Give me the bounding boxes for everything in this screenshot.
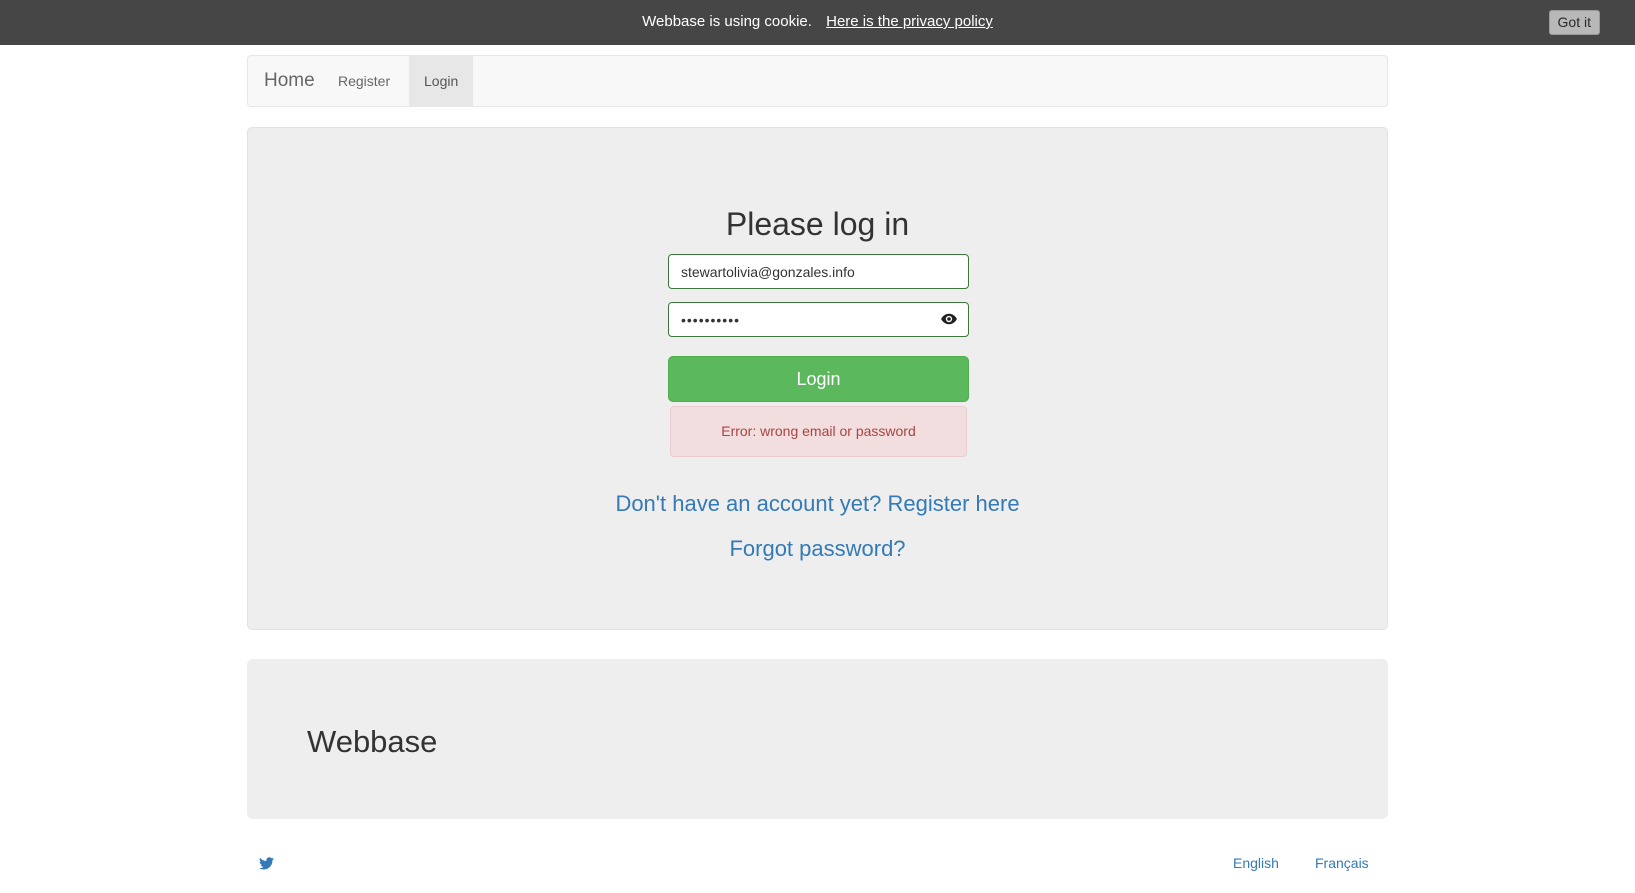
footer-title: Webbase xyxy=(307,724,438,759)
email-field[interactable] xyxy=(668,254,969,289)
eye-icon[interactable] xyxy=(940,310,958,328)
top-navbar: Home Register Login xyxy=(247,55,1388,107)
nav-item-register[interactable]: Register xyxy=(323,56,405,106)
footer-banner: Webbase xyxy=(247,659,1388,819)
register-link-row: Don't have an account yet? Register here xyxy=(248,491,1387,517)
nav-home-link[interactable]: Home xyxy=(264,70,315,92)
login-panel: Please log in Login Error: wrong email o… xyxy=(247,127,1388,630)
forgot-link-row: Forgot password? xyxy=(248,536,1387,562)
cookie-banner: Webbase is using cookie. Here is the pri… xyxy=(0,0,1635,45)
twitter-icon[interactable] xyxy=(259,857,274,870)
nav-item-login[interactable]: Login xyxy=(409,56,474,106)
password-field[interactable] xyxy=(668,302,969,337)
cookie-message: Webbase is using cookie. xyxy=(642,13,812,30)
language-french-link[interactable]: Français xyxy=(1315,855,1369,871)
register-link[interactable]: Don't have an account yet? Register here xyxy=(615,491,1019,516)
login-button[interactable]: Login xyxy=(668,356,969,402)
forgot-password-link[interactable]: Forgot password? xyxy=(729,536,905,561)
login-title: Please log in xyxy=(725,206,910,242)
error-alert: Error: wrong email or password xyxy=(670,406,967,457)
privacy-policy-link[interactable]: Here is the privacy policy xyxy=(826,13,993,30)
cookie-dismiss-button[interactable]: Got it xyxy=(1548,10,1600,35)
language-english-link[interactable]: English xyxy=(1233,855,1279,871)
cookie-message-row: Webbase is using cookie. Here is the pri… xyxy=(0,12,1635,32)
